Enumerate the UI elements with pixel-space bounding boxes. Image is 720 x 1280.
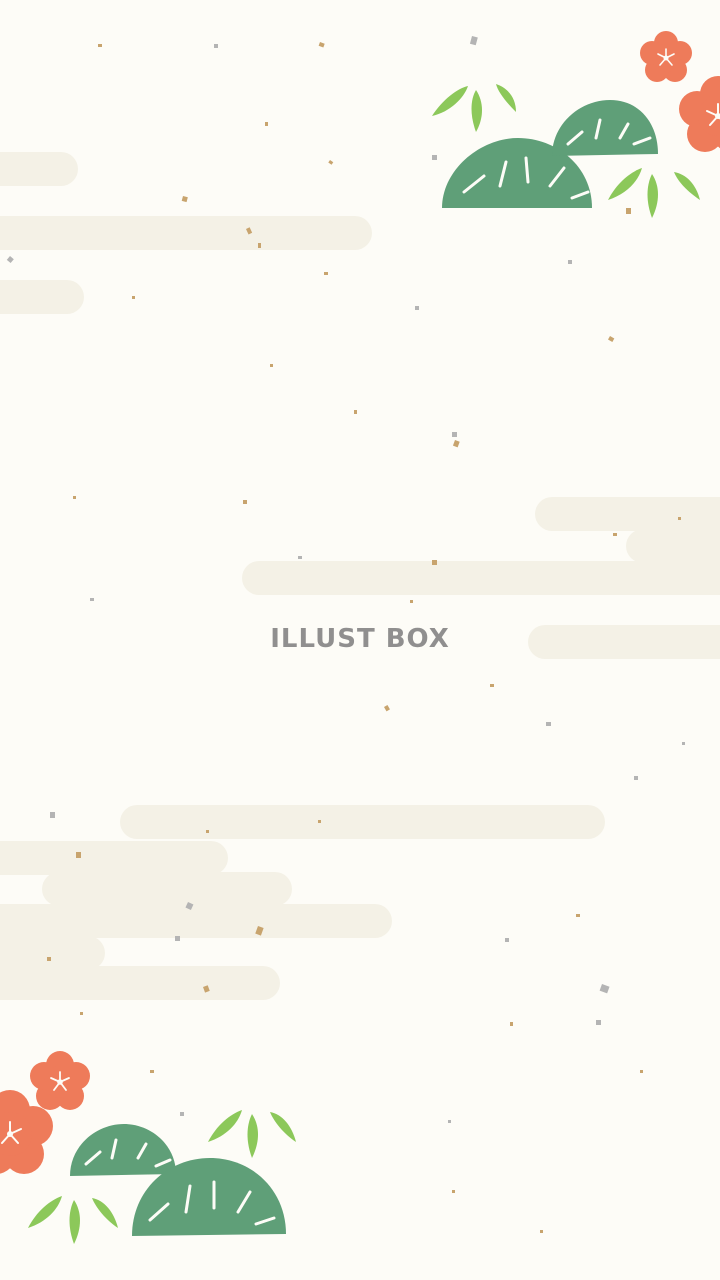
top-right-decoration	[432, 31, 720, 218]
wallpaper-canvas: ILLUST BOX	[0, 0, 720, 1280]
bamboo-leaves-icon	[432, 84, 516, 132]
watermark-text: ILLUST BOX	[270, 624, 450, 654]
bottom-left-decoration	[0, 1051, 296, 1244]
bamboo-leaves-icon	[208, 1110, 296, 1158]
bamboo-leaves-icon	[28, 1196, 118, 1244]
bamboo-leaves-icon	[608, 168, 700, 218]
